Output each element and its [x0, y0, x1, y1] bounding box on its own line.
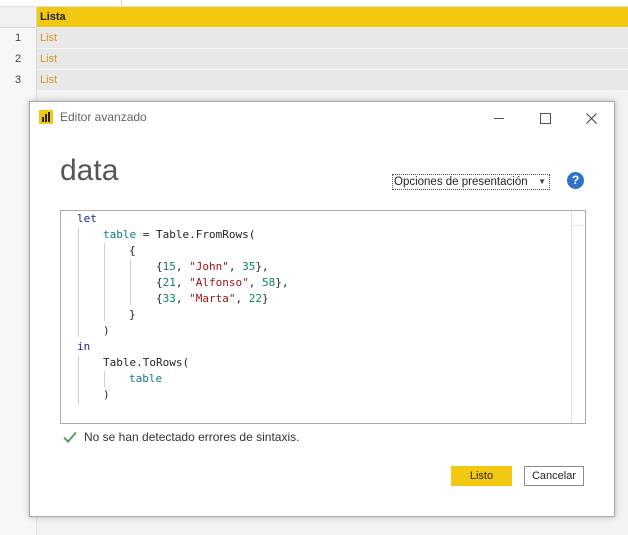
column-header-lista[interactable]: Lista [37, 7, 628, 27]
code-line: table [129, 372, 163, 385]
minimize-icon [494, 117, 504, 119]
indent-guide [104, 371, 105, 387]
cell-list-link[interactable]: List [37, 70, 628, 91]
indent-guide [104, 243, 105, 321]
code-line: {21, "Alfonso", 58}, [156, 276, 289, 289]
row-number: 2 [0, 49, 37, 71]
help-icon[interactable]: ? [567, 172, 584, 189]
grid-top-strip [0, 0, 628, 7]
table-row: 2 List [0, 49, 628, 71]
code-line: table = Table.FromRows( [103, 228, 256, 241]
cancel-button[interactable]: Cancelar [524, 466, 584, 486]
table-row: 1 List [0, 28, 628, 50]
check-icon [63, 431, 77, 443]
dialog-titlebar[interactable]: Editor avanzado [30, 102, 614, 134]
code-line: ) [103, 388, 110, 401]
dialog-title: Editor avanzado [60, 110, 147, 124]
close-icon [585, 112, 597, 124]
maximize-icon [539, 112, 551, 124]
advanced-editor-dialog: Editor avanzado data Opciones de present… [29, 101, 615, 517]
indent-guide [78, 355, 79, 405]
code-line: {15, "John", 35}, [156, 260, 269, 273]
chevron-down-icon: ▼ [538, 177, 546, 186]
cell-list-link[interactable]: List [37, 49, 628, 70]
code-line: } [129, 308, 136, 321]
code-editor[interactable]: let table = Table.FromRows( { {15, "John… [60, 210, 586, 424]
query-name: data [60, 154, 119, 187]
row-number: 1 [0, 28, 37, 50]
display-options-dropdown[interactable]: Opciones de presentación ▼ [392, 174, 550, 190]
close-button[interactable] [568, 102, 614, 134]
table-row: 3 List [0, 70, 628, 92]
indent-guide [78, 227, 79, 337]
code-line: ) [103, 324, 110, 337]
code-line: Table.ToRows( [103, 356, 190, 369]
power-bi-icon [39, 110, 53, 124]
code-line: {33, "Marta", 22} [156, 292, 269, 305]
done-button[interactable]: Listo [451, 466, 512, 486]
grid-header: Lista [0, 7, 628, 28]
code-line: in [77, 340, 91, 353]
cell-list-link[interactable]: List [37, 28, 628, 49]
maximize-button[interactable] [522, 102, 568, 134]
row-number: 3 [0, 70, 37, 92]
status-message: No se han detectado errores de sintaxis. [84, 430, 300, 444]
editor-scrollbar[interactable] [571, 211, 585, 423]
minimize-button[interactable] [476, 102, 522, 134]
code-line: { [129, 244, 136, 257]
indent-guide [130, 259, 131, 305]
grid-corner[interactable] [0, 7, 37, 28]
display-options-label: Opciones de presentación [394, 176, 528, 188]
code-line: let [77, 212, 97, 225]
